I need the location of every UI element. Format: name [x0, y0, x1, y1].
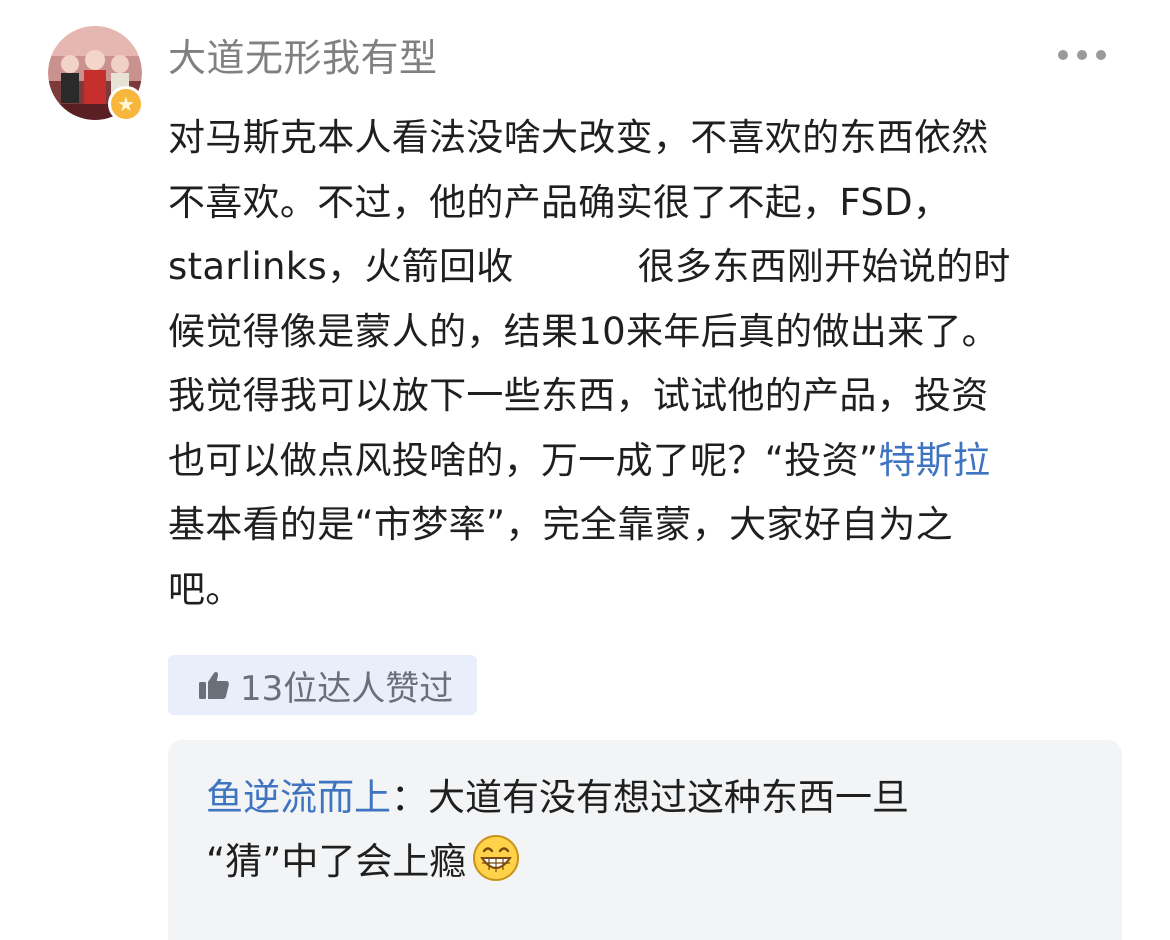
post-card: ★ 大道无形我有型 对马斯克本人看法没啥大改变，不喜欢的东西依然 不喜欢。不过，…	[0, 0, 1170, 940]
reply-author-link[interactable]: 鱼逆流而上	[206, 776, 391, 819]
reply-separator: ：	[391, 776, 428, 819]
grinning-face-icon	[473, 835, 520, 881]
content-text: 很多东西刚开始说的时	[637, 245, 1011, 288]
content-line: 我觉得我可以放下一些东西，试试他的产品，投资	[168, 374, 989, 417]
content-line: 不喜欢。不过，他的产品确实很了不起，FSD，	[168, 180, 951, 224]
content-line: 对马斯克本人看法没啥大改变，不喜欢的东西依然	[168, 116, 989, 159]
content-line: 候觉得像是蒙人的，结果10来年后真的做出来了。	[168, 309, 999, 353]
thumbs-up-icon	[199, 671, 229, 699]
likes-label: 13位达人赞过	[240, 668, 454, 709]
star-badge-icon: ★	[108, 86, 144, 122]
content-line: 基本看的是“市梦率”，完全靠蒙，大家好自为之	[168, 503, 953, 546]
reply-body: “猜”中了会上瘾	[206, 840, 467, 883]
content-text: 也可以做点风投啥的，万一成了呢？“投资”	[168, 438, 879, 482]
content-line: starlinks，火箭回收 很多东西刚开始说的时	[168, 235, 1108, 300]
reply-line: 鱼逆流而上：大道有没有想过这种东西一旦	[206, 766, 1086, 830]
dot	[1077, 50, 1087, 60]
reply-text: 鱼逆流而上：大道有没有想过这种东西一旦 “猜”中了会上瘾	[206, 766, 1086, 894]
tesla-topic-link[interactable]: 特斯拉	[878, 439, 990, 482]
reply-body: 大道有没有想过这种东西一旦	[428, 776, 909, 819]
content-line: 吧。	[168, 567, 243, 611]
dot	[1058, 50, 1068, 60]
likes-chip[interactable]: 13位达人赞过	[168, 655, 477, 715]
content-text: starlinks，火箭回收	[168, 245, 514, 288]
content-line: 也可以做点风投啥的，万一成了呢？“投资”特斯拉	[168, 429, 1108, 494]
post-content: 对马斯克本人看法没啥大改变，不喜欢的东西依然 不喜欢。不过，他的产品确实很了不起…	[168, 106, 1108, 622]
avatar[interactable]: ★	[48, 26, 144, 122]
more-dots-icon[interactable]	[1058, 46, 1106, 64]
reply-preview[interactable]: 鱼逆流而上：大道有没有想过这种东西一旦 “猜”中了会上瘾	[168, 740, 1122, 940]
username[interactable]: 大道无形我有型	[168, 34, 438, 82]
reply-line: “猜”中了会上瘾	[206, 830, 1086, 894]
dot	[1096, 50, 1106, 60]
